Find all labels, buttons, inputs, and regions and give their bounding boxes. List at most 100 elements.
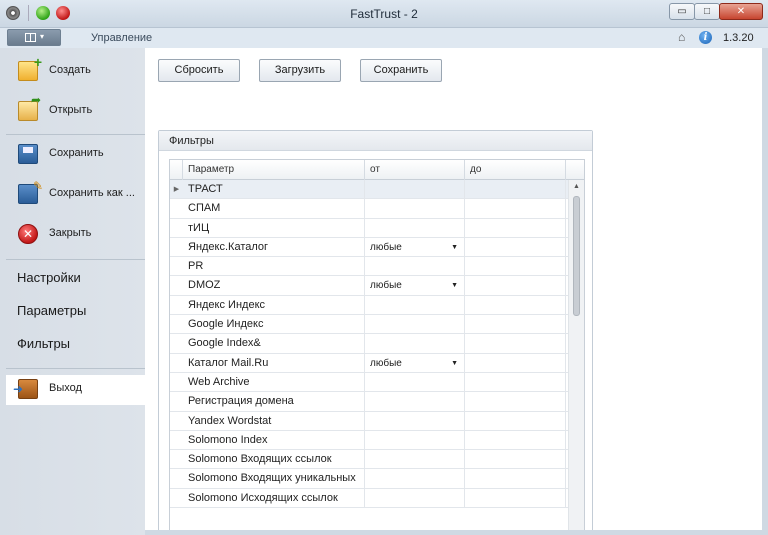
sidebar-item-label: Закрыть <box>49 227 92 239</box>
cell-from[interactable] <box>365 392 465 412</box>
dropdown-arrow-icon[interactable]: ▼ <box>451 276 458 295</box>
cell-parameter: Web Archive <box>183 372 365 392</box>
table-row[interactable]: Google Индекс <box>170 315 570 335</box>
cell-from[interactable] <box>365 334 465 354</box>
sidebar-item-parameters[interactable]: Параметры <box>17 303 86 318</box>
table-row[interactable]: Яндекс.Каталог любые ▼ <box>170 237 570 258</box>
row-indicator <box>170 315 183 334</box>
window-title: FastTrust - 2 <box>350 7 418 21</box>
sidebar-item-label: Сохранить <box>49 147 104 159</box>
table-row[interactable]: PR <box>170 257 570 277</box>
cell-to[interactable] <box>465 469 566 489</box>
table-row[interactable]: Google Index& <box>170 334 570 354</box>
scroll-up-icon[interactable]: ▲ <box>569 180 584 194</box>
cell-parameter: Яндекс Индекс <box>183 295 365 315</box>
column-header-from[interactable]: от <box>365 160 465 180</box>
cell-parameter: Solomono Входящих уникальных <box>183 469 365 489</box>
cell-parameter: Solomono Исходящих ссылок <box>183 488 365 508</box>
cell-from[interactable] <box>365 450 465 470</box>
cell-to[interactable] <box>465 430 566 450</box>
table-row[interactable]: Solomono Исходящих ссылок <box>170 488 570 509</box>
cell-to[interactable] <box>465 488 566 508</box>
sidebar-item-filters[interactable]: Фильтры <box>17 336 70 351</box>
dropdown-arrow-icon[interactable]: ▼ <box>451 238 458 257</box>
table-row[interactable]: Яндекс Индекс <box>170 295 570 316</box>
cell-parameter: Yandex Wordstat <box>183 411 365 431</box>
dropdown-arrow-icon[interactable]: ▼ <box>451 354 458 373</box>
sidebar-item-exit[interactable]: Выход <box>6 370 145 406</box>
table-row[interactable]: СПАМ <box>170 199 570 219</box>
sidebar-item-save[interactable]: Сохранить <box>6 135 145 171</box>
title-bar: FastTrust - 2 ▭ □ ✕ <box>0 0 768 28</box>
close-window-button[interactable]: ✕ <box>719 3 763 20</box>
save-button[interactable]: Сохранить <box>360 59 442 82</box>
cell-to[interactable] <box>465 276 566 296</box>
sidebar-divider <box>6 368 145 369</box>
cell-from[interactable] <box>365 257 465 277</box>
cell-from[interactable] <box>365 199 465 219</box>
cell-to[interactable] <box>465 295 566 315</box>
cell-to[interactable] <box>465 353 566 373</box>
cell-from-value: любые <box>370 241 402 253</box>
cell-from[interactable]: любые ▼ <box>365 276 465 296</box>
cell-to[interactable] <box>465 257 566 277</box>
table-row[interactable]: Solomono Входящих уникальных <box>170 469 570 489</box>
column-header-to[interactable]: до <box>465 160 566 180</box>
table-row[interactable]: Solomono Входящих ссылок <box>170 450 570 470</box>
cell-to[interactable] <box>465 392 566 412</box>
minimize-button[interactable]: ▭ <box>669 3 695 20</box>
table-row[interactable]: тИЦ <box>170 218 570 238</box>
cell-to[interactable] <box>465 411 566 431</box>
grid-rows: ▶ ТРАСТ СПАМ тИЦ Яндекс.Каталог любые ▼ PR DMOZ л… <box>170 180 570 535</box>
groupbox-header: Фильтры <box>159 131 592 151</box>
cell-from[interactable] <box>365 180 465 199</box>
tab-management[interactable]: Управление <box>91 32 152 44</box>
cell-from[interactable] <box>365 372 465 392</box>
sidebar-item-settings[interactable]: Настройки <box>17 270 81 285</box>
cell-to[interactable] <box>465 315 566 335</box>
cell-from[interactable] <box>365 430 465 450</box>
vertical-scrollbar[interactable]: ▲ ▼ <box>568 180 584 535</box>
cell-from[interactable] <box>365 469 465 489</box>
cell-from[interactable] <box>365 488 465 508</box>
cell-parameter: Регистрация домена <box>183 392 365 412</box>
table-row[interactable]: Solomono Index <box>170 430 570 451</box>
sidebar-item-create[interactable]: Создать <box>6 52 145 88</box>
scrollbar-thumb[interactable] <box>573 196 580 316</box>
table-row[interactable]: Регистрация домена <box>170 392 570 412</box>
table-row[interactable]: Yandex Wordstat <box>170 411 570 431</box>
table-row[interactable]: DMOZ любые ▼ <box>170 276 570 296</box>
table-row[interactable]: Web Archive <box>170 372 570 393</box>
row-indicator <box>170 431 183 450</box>
maximize-button[interactable]: □ <box>694 3 720 20</box>
cell-from[interactable] <box>365 411 465 431</box>
table-row[interactable]: Каталог Mail.Ru любые ▼ <box>170 353 570 373</box>
sidebar-item-open[interactable]: Открыть <box>6 92 145 128</box>
cell-from[interactable] <box>365 218 465 238</box>
collapse-ribbon-icon[interactable]: ⌂ <box>678 30 685 44</box>
cell-from[interactable] <box>365 315 465 335</box>
sidebar-item-save-as[interactable]: Сохранить как ... <box>6 175 145 211</box>
row-indicator <box>170 199 183 218</box>
load-button[interactable]: Загрузить <box>259 59 341 82</box>
row-indicator <box>170 489 183 508</box>
row-indicator <box>170 469 183 488</box>
info-icon[interactable]: i <box>699 31 712 44</box>
reset-button[interactable]: Сбросить <box>158 59 240 82</box>
cell-to[interactable] <box>465 218 566 238</box>
cell-from[interactable]: любые ▼ <box>365 237 465 257</box>
sidebar-item-close[interactable]: ✕ Закрыть <box>6 215 145 251</box>
cell-to[interactable] <box>465 180 566 199</box>
cell-to[interactable] <box>465 450 566 470</box>
cell-from[interactable]: любые ▼ <box>365 353 465 373</box>
application-menu-button[interactable]: ▾ <box>7 29 61 46</box>
cell-to[interactable] <box>465 372 566 392</box>
cell-from[interactable] <box>365 295 465 315</box>
cell-to[interactable] <box>465 237 566 257</box>
cell-to[interactable] <box>465 199 566 219</box>
column-header-parameter[interactable]: Параметр <box>183 160 365 180</box>
table-row[interactable]: ▶ ТРАСТ <box>170 180 570 200</box>
cell-to[interactable] <box>465 334 566 354</box>
filters-groupbox: Фильтры Параметр от до ▶ ТРАСТ СПАМ тИЦ Янде… <box>158 130 593 535</box>
sidebar-item-label: Сохранить как ... <box>49 187 135 199</box>
